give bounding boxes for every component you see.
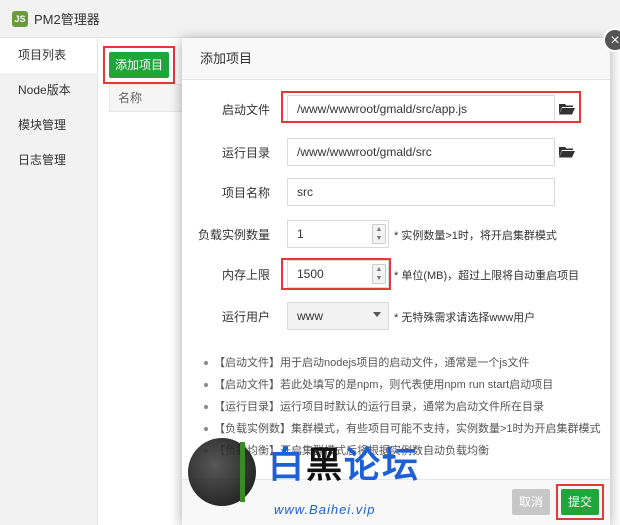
row-memory-limit: 内存上限 1500 ▲ ▼ * 单位(MB)，超过上限将自动重启项目	[182, 260, 610, 288]
row-run-user: 运行用户 www * 无特殊需求请选择www用户	[182, 302, 610, 330]
cancel-button[interactable]: 取消	[512, 489, 550, 515]
highlight-box-submit	[556, 484, 604, 520]
memory-limit-label: 内存上限	[221, 267, 270, 282]
app-title: PM2管理器	[34, 12, 100, 27]
folder-icon[interactable]	[559, 146, 575, 158]
highlight-box-memory-limit	[281, 258, 391, 290]
instances-stepper[interactable]: ▲ ▼	[372, 224, 386, 244]
row-project-name: 项目名称 src	[182, 178, 610, 206]
sidebar-item-log-manage[interactable]: 日志管理	[0, 143, 97, 178]
memory-limit-hint: * 单位(MB)，超过上限将自动重启项目	[394, 270, 580, 282]
sidebar-item-project-list[interactable]: 项目列表	[0, 38, 97, 73]
run-user-select[interactable]: www	[287, 302, 389, 330]
close-icon[interactable]: ×	[603, 28, 620, 52]
list-item: 【启动文件】用于启动nodejs项目的启动文件，通常是一个js文件	[204, 352, 604, 374]
help-notes: 【启动文件】用于启动nodejs项目的启动文件，通常是一个js文件 【启动文件】…	[204, 352, 604, 462]
row-instances: 负载实例数量 1 ▲ ▼ * 实例数量>1时，将开启集群模式	[182, 220, 610, 248]
chevron-down-icon	[373, 312, 381, 317]
run-user-hint: * 无特殊需求请选择www用户	[394, 312, 536, 324]
add-project-dialog: 添加项目 启动文件 /www/wwwroot/gmald/src/app.js …	[182, 38, 610, 525]
sidebar-item-node-version[interactable]: Node版本	[0, 73, 97, 108]
row-run-dir: 运行目录 /www/wwwroot/gmald/src	[182, 138, 610, 166]
run-dir-label: 运行目录	[221, 145, 270, 160]
project-name-label: 项目名称	[221, 185, 270, 200]
run-user-label: 运行用户	[221, 309, 270, 324]
instances-hint: * 实例数量>1时，将开启集群模式	[394, 230, 557, 242]
highlight-box-add-button	[103, 46, 175, 84]
project-name-input[interactable]: src	[287, 178, 555, 206]
app-header: JS PM2管理器	[0, 0, 620, 38]
dialog-title: 添加项目	[182, 38, 610, 80]
start-file-label: 启动文件	[221, 102, 270, 117]
instances-input[interactable]: 1 ▲ ▼	[287, 220, 389, 248]
sidebar: 项目列表 Node版本 模块管理 日志管理	[0, 38, 98, 525]
highlight-box-start-file	[281, 91, 581, 123]
list-item: 【负载均衡】开启集群模式后将根据实例数自动负载均衡	[204, 440, 604, 462]
list-item: 【启动文件】若此处填写的是npm，则代表使用npm run start启动项目	[204, 374, 604, 396]
sidebar-item-module-manage[interactable]: 模块管理	[0, 108, 97, 143]
run-user-value: www	[297, 309, 323, 323]
instances-label: 负载实例数量	[197, 227, 270, 242]
run-dir-input[interactable]: /www/wwwroot/gmald/src	[287, 138, 555, 166]
instances-value: 1	[297, 227, 304, 241]
pm2-logo-icon: JS	[12, 10, 28, 27]
list-item: 【负载实例数】集群模式，有些项目可能不支持，实例数量>1时为开启集群模式	[204, 418, 604, 440]
dialog-footer: 取消 提交	[182, 479, 610, 525]
table-header-name: 名称	[109, 84, 189, 112]
list-item: 【运行目录】运行项目时默认的运行目录，通常为启动文件所在目录	[204, 396, 604, 418]
